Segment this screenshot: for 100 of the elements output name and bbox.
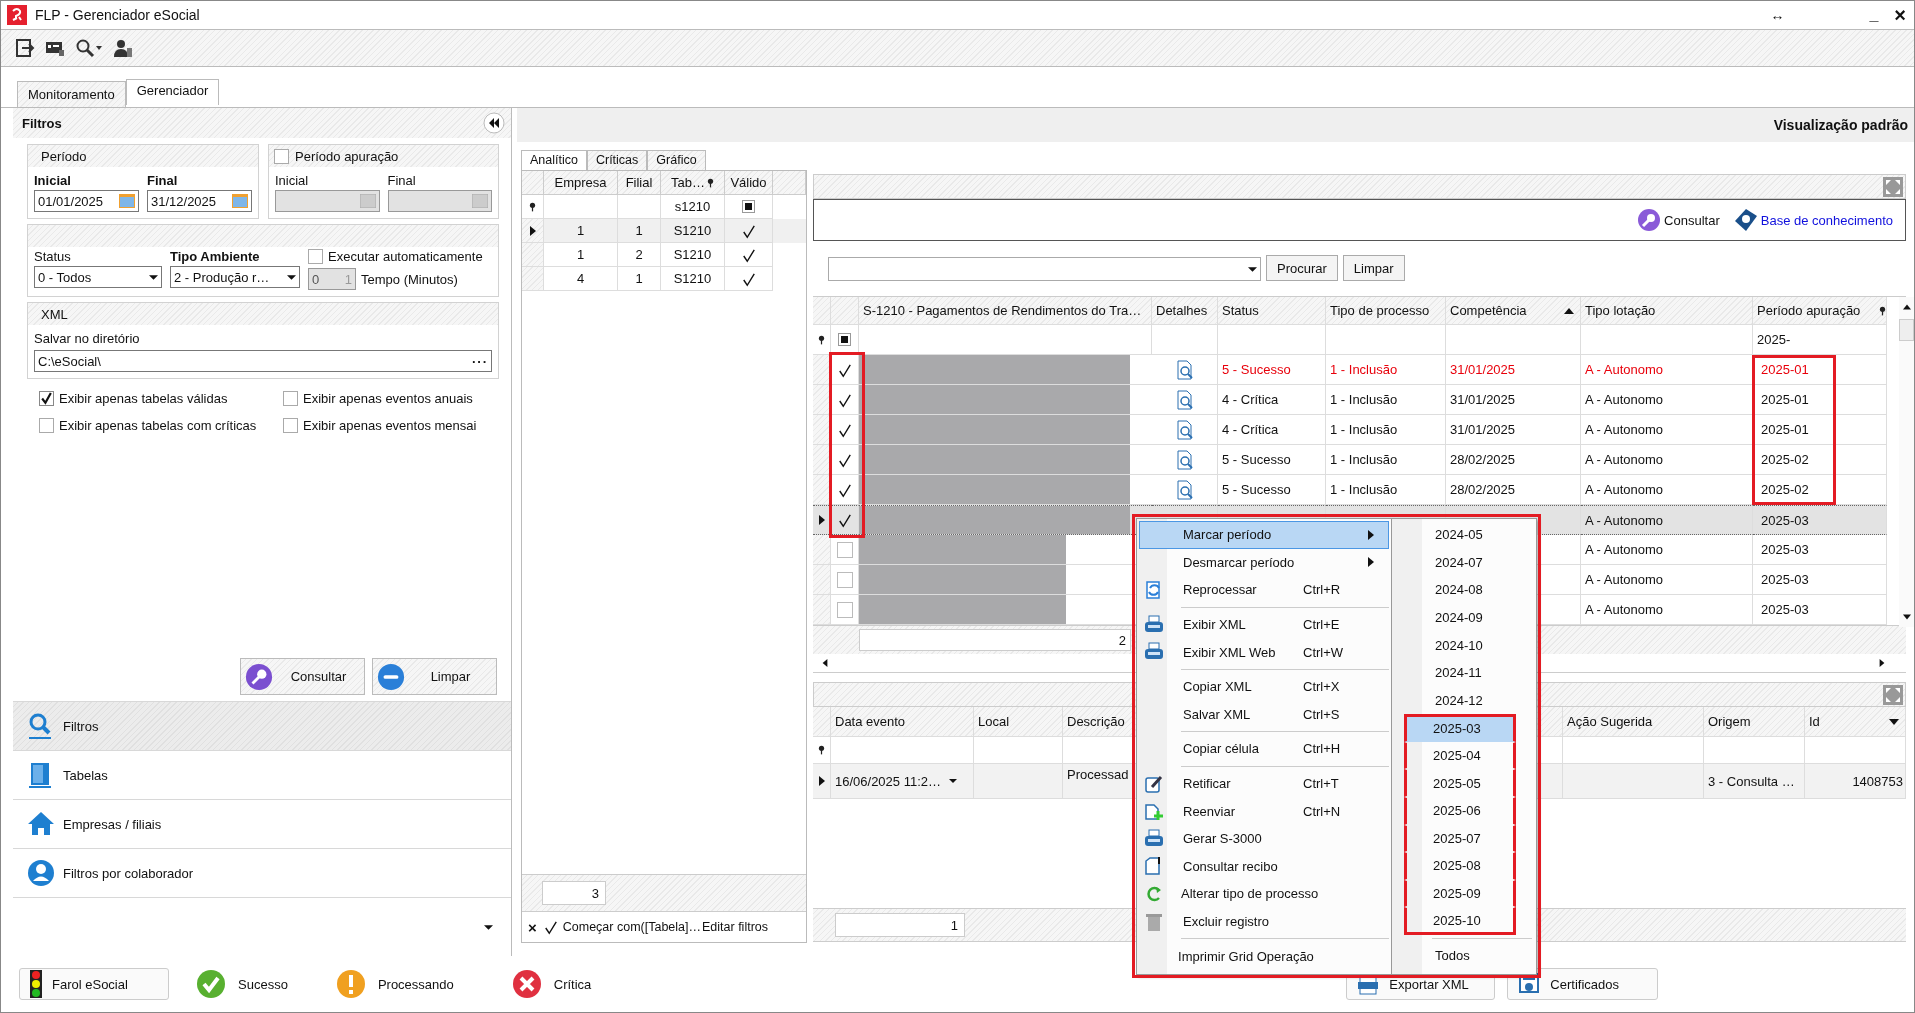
filter-checkbox[interactable]	[838, 333, 851, 346]
menu-item[interactable]: 2024-07	[1394, 548, 1534, 577]
tab[interactable]: Críticas	[586, 150, 648, 170]
certificates-button[interactable]: Certificados	[1507, 968, 1659, 1000]
caret-icon[interactable]	[1248, 265, 1257, 273]
tab[interactable]: Gerenciador	[125, 79, 220, 105]
user-icon[interactable]	[113, 38, 133, 58]
document-search-icon[interactable]	[1174, 359, 1195, 380]
directory-field[interactable]: C:\eSocial\ ···	[34, 350, 492, 372]
checkbox[interactable]	[836, 571, 853, 588]
checkbox[interactable]	[542, 919, 559, 935]
caret-icon[interactable]	[484, 923, 493, 931]
menu-item[interactable]: Exibir XML Web Ctrl+W	[1139, 638, 1389, 666]
column-header[interactable]: Filial	[618, 171, 661, 195]
filter-cell[interactable]	[1446, 325, 1581, 355]
menu-item[interactable]: Consultar recibo	[1139, 852, 1389, 881]
scroll-right-icon[interactable]	[1878, 659, 1886, 667]
checkbox[interactable]	[39, 418, 54, 433]
clear-button[interactable]: Limpar	[1342, 255, 1405, 281]
column-header[interactable]: Detalhes	[1152, 297, 1218, 325]
menu-item[interactable]: 2024-10	[1394, 631, 1534, 659]
nav-item[interactable]: Filtros	[13, 701, 511, 750]
nav-item[interactable]: Tabelas	[13, 750, 511, 799]
exit-icon[interactable]	[15, 38, 35, 58]
menu-item[interactable]: 2024-09	[1394, 603, 1534, 632]
expand-icon[interactable]	[1883, 684, 1903, 705]
filter-pin-icon[interactable]	[1879, 305, 1886, 316]
checkbox[interactable]	[836, 541, 853, 558]
filter-cell[interactable]	[1152, 325, 1218, 355]
menu-item[interactable]: 2025-08	[1404, 852, 1516, 880]
document-search-icon[interactable]	[1174, 449, 1195, 470]
menu-item[interactable]: Alterar tipo de processo	[1139, 880, 1389, 908]
column-header[interactable]: Empresa	[544, 171, 618, 195]
menu-item[interactable]: Exibir XML Ctrl+E	[1139, 610, 1389, 639]
checkbox[interactable]	[274, 148, 289, 164]
menu-item[interactable]: Reprocessar Ctrl+R	[1139, 576, 1389, 604]
filter-cell[interactable]: 2025-	[1757, 332, 1791, 347]
tab[interactable]: Gráfico	[647, 150, 706, 170]
column-header[interactable]: Período apuração	[1753, 297, 1887, 325]
collapse-button[interactable]	[483, 112, 505, 134]
sort-arrow-icon[interactable]	[1564, 307, 1574, 314]
menu-item[interactable]: Imprimir Grid Operação	[1139, 942, 1389, 970]
menu-item[interactable]: Retificar Ctrl+T	[1139, 769, 1389, 798]
menu-item[interactable]: 2025-10	[1404, 907, 1516, 935]
menu-item[interactable]: 2024-11	[1394, 658, 1534, 687]
filter-cell[interactable]	[1326, 325, 1446, 355]
search-button[interactable]: Procurar	[1266, 255, 1338, 281]
menu-item[interactable]: Copiar célula Ctrl+H	[1139, 735, 1389, 763]
column-header[interactable]: Data evento	[831, 707, 974, 737]
checkbox[interactable]	[283, 418, 298, 433]
menu-item[interactable]: 2025-07	[1404, 824, 1516, 853]
menu-item[interactable]: 2024-08	[1394, 576, 1534, 604]
nav-item[interactable]: Empresas / filiais	[13, 799, 511, 848]
column-header[interactable]: Tipo de processo	[1326, 297, 1446, 325]
filter-cell[interactable]	[1218, 325, 1326, 355]
table-row[interactable]: 1 1 S1210	[522, 219, 806, 243]
scroll-thumb[interactable]	[1899, 319, 1914, 341]
checkbox[interactable]	[836, 601, 853, 618]
query-link[interactable]: Consultar	[1637, 208, 1720, 232]
date-field[interactable]: 01/01/2025	[34, 190, 139, 212]
caret-icon[interactable]	[149, 273, 158, 281]
menu-item[interactable]: 2024-12	[1394, 686, 1534, 715]
menu-item[interactable]: Salvar XML Ctrl+S	[1139, 700, 1389, 729]
column-header[interactable]: Origem	[1704, 707, 1805, 737]
menu-item[interactable]: 2025-05	[1404, 769, 1516, 797]
column-header[interactable]: Tipo lotação	[1581, 297, 1753, 325]
table-row[interactable]: 4 1 S1210	[522, 267, 806, 291]
checkbox[interactable]	[283, 391, 298, 406]
column-header[interactable]: S-1210 - Pagamentos de Rendimentos do Tra…	[859, 297, 1152, 325]
column-header[interactable]: Ação Sugerida	[1563, 707, 1704, 737]
menu-item[interactable]: Todos	[1394, 941, 1534, 970]
resize-glyph[interactable]: ↔	[1770, 5, 1785, 25]
checkbox[interactable]	[308, 249, 323, 264]
environment-dropdown[interactable]: 2 - Produção r…	[170, 266, 300, 288]
filter-pin-icon[interactable]	[707, 177, 714, 188]
menu-item[interactable]: 2024-05	[1394, 521, 1534, 549]
filter-checkbox[interactable]	[742, 200, 755, 213]
menu-item[interactable]: Excluir registro	[1139, 907, 1389, 936]
date-field[interactable]: 31/12/2025	[147, 190, 252, 212]
caret-icon[interactable]	[949, 778, 957, 784]
checkbox[interactable]	[836, 512, 853, 528]
filter-cell[interactable]	[1581, 325, 1753, 355]
menu-item[interactable]: Gerar S-3000	[1139, 824, 1389, 853]
menu-item[interactable]: 2025-06	[1404, 796, 1516, 825]
clear-button[interactable]: Limpar	[372, 658, 497, 695]
minimize-button[interactable]: _	[1869, 5, 1879, 25]
menu-item[interactable]: 2025-09	[1404, 879, 1516, 908]
vertical-scrollbar[interactable]	[1899, 297, 1914, 627]
caret-icon[interactable]	[287, 273, 296, 281]
date-dropdown[interactable]: 16/06/2025 11:2…	[831, 764, 974, 799]
tab[interactable]: Analítico	[521, 150, 587, 170]
edit-filters-link[interactable]: Editar filtros	[702, 920, 768, 934]
column-header[interactable]: Válido	[725, 171, 773, 195]
scroll-left-icon[interactable]	[821, 659, 829, 667]
query-button[interactable]: Consultar	[240, 658, 365, 695]
table-row[interactable]: 1 2 S1210	[522, 243, 806, 267]
knowledge-base-link[interactable]: Base de conhecimento	[1733, 208, 1893, 232]
checkbox[interactable]	[39, 391, 54, 406]
traffic-light-button[interactable]: Farol eSocial	[19, 968, 169, 1000]
browse-button[interactable]: ···	[472, 353, 488, 369]
